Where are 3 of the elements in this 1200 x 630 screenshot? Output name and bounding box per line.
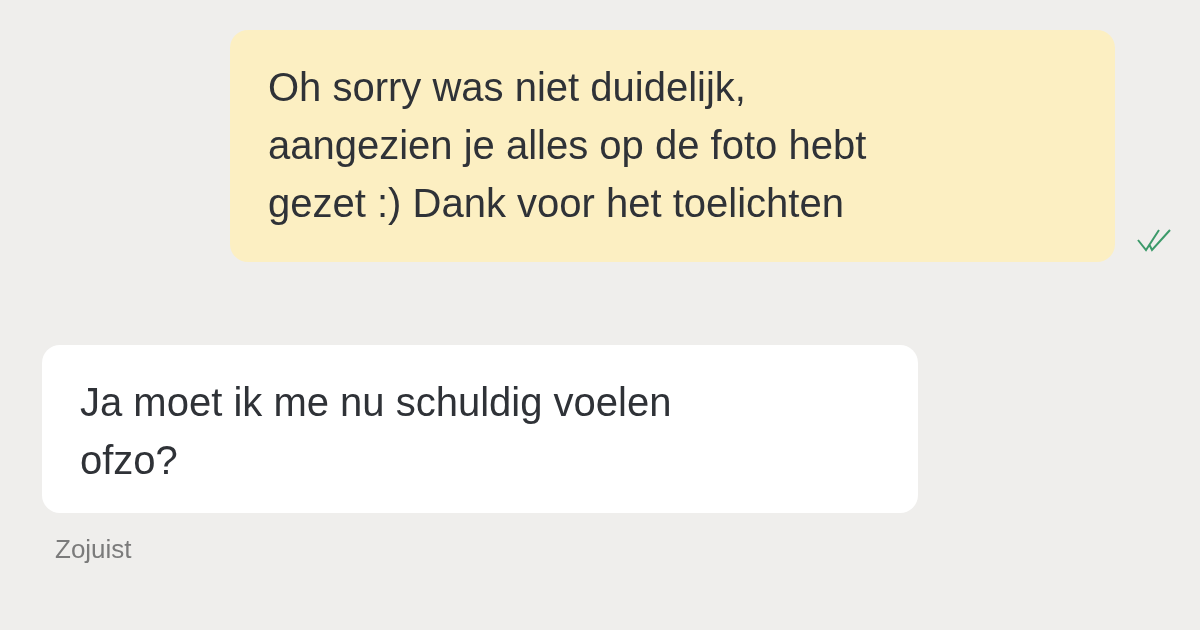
sent-message: Oh sorry was niet duidelijk, aangezien je alles op de foto hebt gezet :) Dank voor het toelichten <box>230 30 1115 262</box>
received-message: Ja moet ik me nu schuldig voelen ofzo? <box>42 345 918 513</box>
timestamp: Zojuist <box>55 533 133 565</box>
